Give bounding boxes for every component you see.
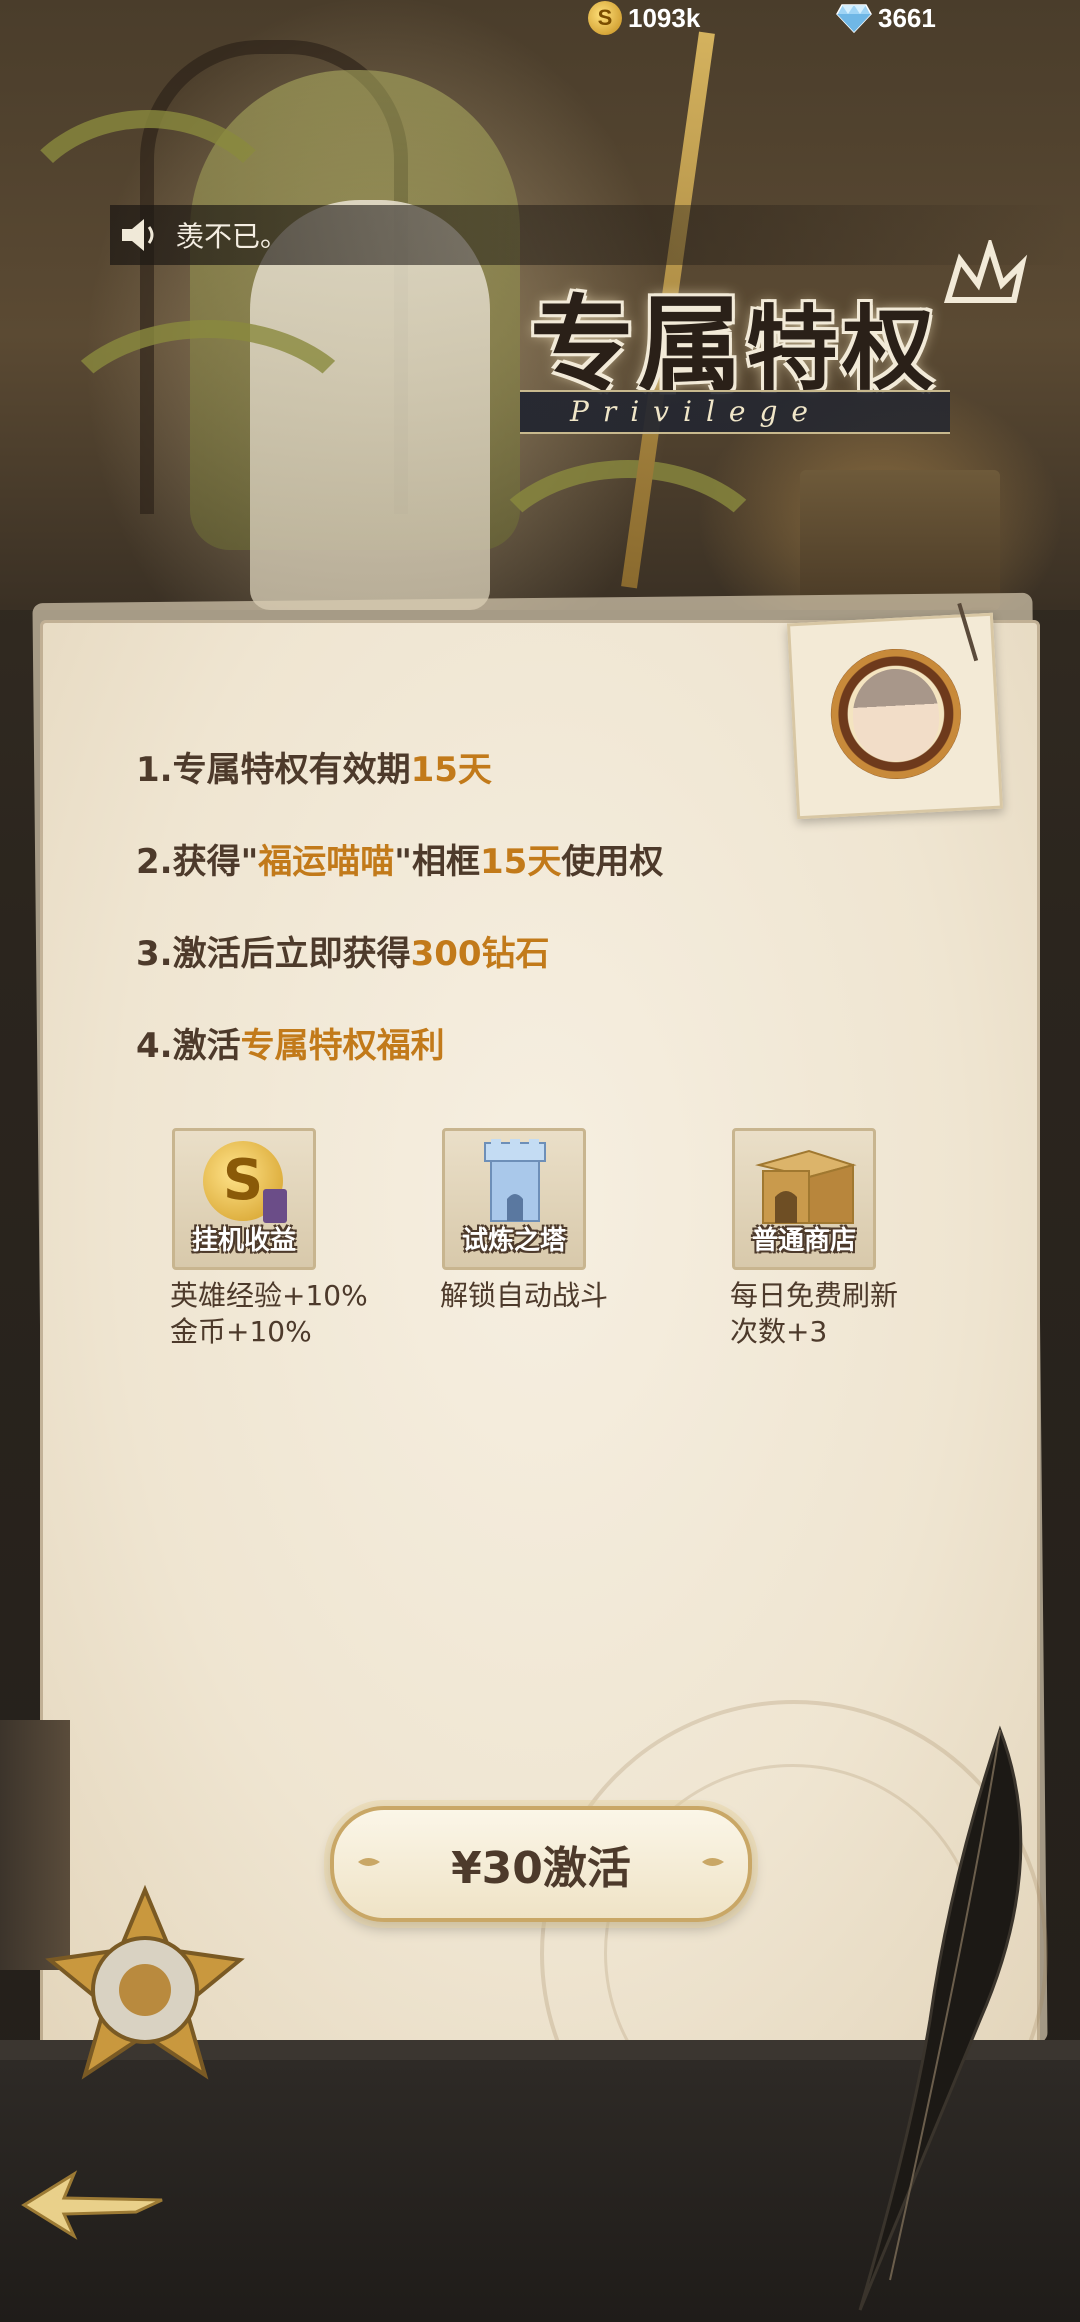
quill-pen-icon (858, 1725, 1023, 2311)
benefit-text: 3.激活后立即获得 (136, 934, 411, 974)
feature-trial-tower[interactable]: 试炼之塔 解锁自动战斗 (440, 1128, 640, 1314)
feature-tile[interactable]: S 挂机收益 (172, 1128, 316, 1270)
benefit-text: 1.专属特权有效期 (136, 750, 411, 790)
benefit-line-1: 1.专属特权有效期15天 (136, 742, 492, 791)
feature-tile[interactable]: 试炼之塔 (442, 1128, 586, 1270)
ornament-icon (358, 1858, 380, 1866)
feature-idle-income[interactable]: S 挂机收益 英雄经验+10% 金币+10% (170, 1128, 370, 1350)
feature-description: 每日免费刷新 次数+3 (730, 1278, 960, 1350)
page-title: 专属特权 (530, 260, 938, 411)
compass-badge-icon (45, 1884, 245, 2080)
activate-button-label: ¥30激活 (451, 1843, 631, 1894)
benefit-highlight: 300钻石 (410, 934, 550, 974)
feature-tile[interactable]: 普通商店 (732, 1128, 876, 1270)
page-title-part1: 专属 (530, 284, 747, 406)
pin-icon (957, 602, 979, 662)
feature-label: 试炼之塔 (461, 1226, 566, 1256)
feature-general-shop[interactable]: 普通商店 每日免费刷新 次数+3 (730, 1128, 930, 1350)
page-title-block: 专属特权 Privilege (520, 240, 1028, 440)
feature-description: 解锁自动战斗 (440, 1278, 670, 1314)
benefit-text: 2.获得" (136, 842, 259, 882)
crown-icon (943, 240, 1028, 303)
altar-art (800, 470, 1000, 610)
diamond-amount: 3661 (878, 2, 936, 33)
speaker-icon (122, 219, 154, 251)
feature-description: 英雄经验+10% 金币+10% (170, 1278, 400, 1350)
benefit-line-2: 2.获得"福运喵喵"相框15天使用权 (136, 834, 663, 883)
feature-description-line: 金币+10% (170, 1315, 312, 1348)
benefit-line-3: 3.激活后立即获得300钻石 (136, 926, 550, 975)
trial-tower-icon (484, 1139, 546, 1222)
hourglass-icon (263, 1189, 287, 1223)
page-subtitle: Privilege (570, 395, 822, 428)
snake-art (40, 320, 376, 556)
benefit-highlight: 专属特权福利 (240, 1026, 445, 1066)
chat-message-text: 羡不已。 (176, 220, 289, 253)
feature-description-line: 次数+3 (730, 1315, 828, 1348)
privilege-screen: S 1093k 3661 羡不已。 专属特权 Privilege 1.专属特权有… (0, 0, 1080, 2322)
page-title-part2: 特权 (746, 296, 939, 403)
benefit-text: 4.激活 (136, 1026, 241, 1066)
benefit-highlight: 福运喵喵 (258, 842, 395, 882)
diamond-icon (836, 4, 872, 33)
ornament-icon (702, 1858, 724, 1866)
shop-stall-icon (755, 1149, 857, 1224)
back-arrow-icon[interactable] (18, 2160, 168, 2250)
benefit-highlight: 15天 (480, 842, 562, 882)
feature-description-line: 每日免费刷新 (730, 1279, 899, 1312)
benefit-highlight: 15天 (410, 750, 492, 790)
gold-amount: 1093k (628, 2, 701, 33)
benefit-text: "相框 (394, 842, 481, 882)
avatar-frame-preview[interactable] (787, 602, 1003, 820)
gold-counter[interactable]: S 1093k (588, 0, 700, 36)
subtitle-banner: Privilege (520, 390, 950, 434)
feature-label: 挂机收益 (191, 1226, 296, 1256)
feature-description-line: 英雄经验+10% (170, 1279, 368, 1312)
feature-description-line: 解锁自动战斗 (440, 1279, 609, 1312)
diamond-counter[interactable]: 3661 (836, 0, 936, 36)
activate-purchase-button[interactable]: ¥30激活 (330, 1806, 752, 1922)
gold-coin-icon: S (588, 1, 622, 35)
benefit-line-4: 4.激活专属特权福利 (136, 1018, 445, 1067)
benefit-text: 使用权 (561, 842, 664, 882)
feature-label: 普通商店 (751, 1226, 856, 1256)
